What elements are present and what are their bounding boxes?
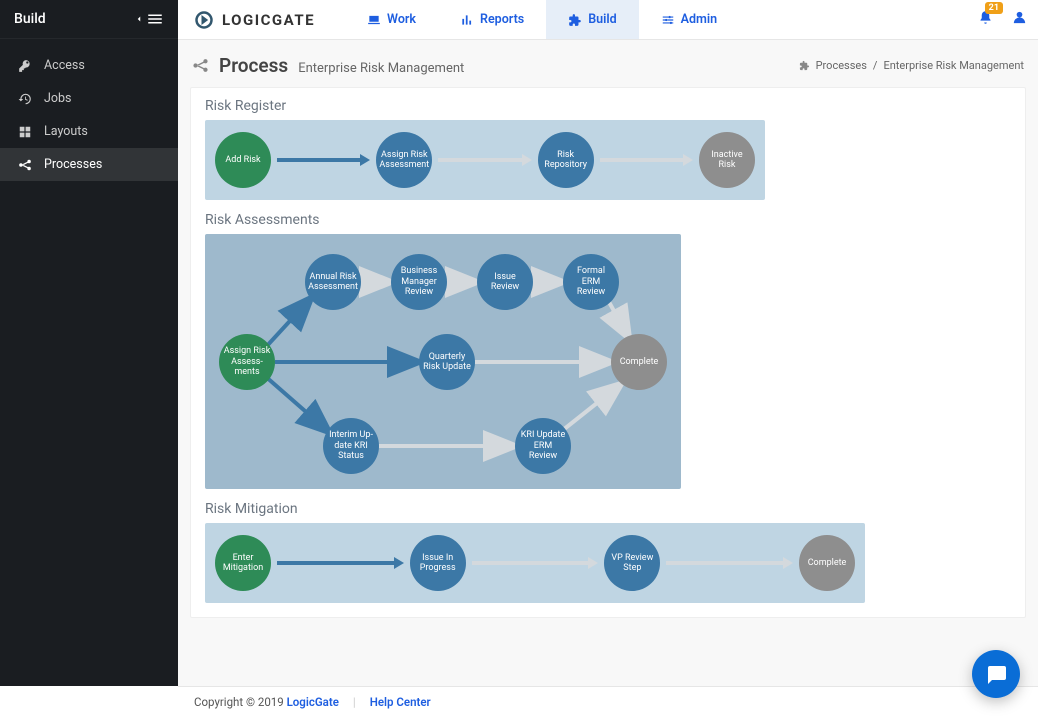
- cluster-icon: [18, 158, 32, 172]
- arrow-icon: [600, 155, 693, 165]
- workflow-node[interactable]: Formal ERM Review: [563, 254, 619, 310]
- sidebar-item-layouts[interactable]: Layouts: [0, 115, 178, 148]
- breadcrumb-root[interactable]: Processes: [816, 59, 867, 72]
- topnav-item-admin[interactable]: Admin: [639, 0, 739, 39]
- workflow-node[interactable]: Risk Repository: [538, 132, 594, 188]
- workflow-risk-register: Risk Register Add Risk Assign Risk Asses…: [205, 98, 1011, 200]
- key-icon: [18, 59, 32, 73]
- sidebar-item-processes[interactable]: Processes: [0, 148, 178, 181]
- main-column: LOGICGATE Work Reports Build Admin: [178, 0, 1038, 686]
- puzzle-icon: [568, 13, 582, 27]
- breadcrumb: Processes / Enterprise Risk Management: [799, 59, 1024, 72]
- notification-badge: 21: [985, 2, 1003, 14]
- workflow-node[interactable]: Business Manager Review: [391, 254, 447, 310]
- chat-launcher-button[interactable]: [972, 650, 1020, 698]
- sidebar-header: Build: [0, 0, 178, 39]
- sidebar-item-access[interactable]: Access: [0, 49, 178, 82]
- topnav-item-build[interactable]: Build: [546, 0, 638, 39]
- sidebar-item-label: Processes: [44, 157, 102, 172]
- workflow-label: Risk Assessments: [205, 212, 1011, 228]
- workflow-node[interactable]: Issue Review: [477, 254, 533, 310]
- brand-logo[interactable]: LOGICGATE: [194, 10, 315, 30]
- sliders-icon: [661, 13, 675, 27]
- sidebar-item-label: Access: [44, 58, 85, 73]
- breadcrumb-current: Enterprise Risk Management: [883, 59, 1024, 72]
- workflow-node[interactable]: Enter Mitigation: [215, 535, 271, 591]
- workflow-label: Risk Register: [205, 98, 1011, 114]
- topbar: LOGICGATE Work Reports Build Admin: [178, 0, 1038, 40]
- workflow-node[interactable]: Assign Risk Assessment: [376, 132, 432, 188]
- workflow-node[interactable]: Annual Risk Assessment: [305, 254, 361, 310]
- workflow-node[interactable]: Add Risk: [215, 132, 271, 188]
- workflow-node[interactable]: Complete: [799, 535, 855, 591]
- sidebar-nav: Access Jobs Layouts Processes: [0, 39, 178, 181]
- history-icon: [18, 92, 32, 106]
- workflow-node[interactable]: VP Review Step: [604, 535, 660, 591]
- workflow-risk-mitigation: Risk Mitigation Enter Mitigation Issue I…: [205, 501, 1011, 603]
- puzzle-icon: [799, 60, 810, 71]
- sidebar-item-jobs[interactable]: Jobs: [0, 82, 178, 115]
- workflow-node[interactable]: Inactive Risk: [699, 132, 755, 188]
- topnav-item-reports[interactable]: Reports: [438, 0, 546, 39]
- topnav-label: Work: [387, 12, 416, 27]
- chart-icon: [460, 13, 474, 27]
- arrow-icon: [277, 558, 404, 568]
- workflow-node[interactable]: Interim Up-date KRI Status: [323, 418, 379, 474]
- arrow-icon: [277, 155, 370, 165]
- page-subtitle: Enterprise Risk Management: [298, 61, 464, 76]
- arrow-icon: [666, 558, 793, 568]
- page-header: Process Enterprise Risk Management Proce…: [190, 54, 1026, 77]
- workflow-node[interactable]: KRI Update ERM Review: [515, 418, 571, 474]
- page-title: Process: [219, 54, 288, 77]
- topnav-label: Reports: [480, 12, 524, 27]
- laptop-icon: [367, 13, 381, 27]
- workflow-node[interactable]: Assign Risk Assess-ments: [219, 334, 275, 390]
- hamburger-icon: [146, 10, 164, 28]
- footer-copyright: Copyright © 2019: [194, 695, 287, 709]
- footer-help-link[interactable]: Help Center: [370, 695, 431, 709]
- footer-brand-link[interactable]: LogicGate: [287, 695, 339, 709]
- user-menu-button[interactable]: [1011, 9, 1028, 30]
- grid-icon: [18, 125, 32, 139]
- sidebar-title: Build: [14, 11, 46, 27]
- notifications-button[interactable]: 21: [978, 10, 993, 29]
- arrow-icon: [438, 155, 531, 165]
- workflow-node[interactable]: Issue In Progress: [410, 535, 466, 591]
- user-icon: [1011, 9, 1028, 26]
- sidebar: Build Access Jobs Layouts Processes: [0, 0, 178, 686]
- workflow-node[interactable]: Quarterly Risk Update: [419, 334, 475, 390]
- topnav: Work Reports Build Admin: [345, 0, 739, 39]
- sidebar-item-label: Jobs: [44, 91, 72, 106]
- topnav-label: Build: [588, 12, 616, 27]
- topnav-label: Admin: [681, 12, 717, 27]
- topnav-item-work[interactable]: Work: [345, 0, 438, 39]
- sidebar-item-label: Layouts: [44, 124, 88, 139]
- workflow-node[interactable]: Complete: [611, 334, 667, 390]
- chat-icon: [984, 662, 1008, 686]
- arrow-icon: [472, 558, 599, 568]
- workflow-label: Risk Mitigation: [205, 501, 1011, 517]
- chevron-left-icon: [134, 14, 144, 24]
- brand-name: LOGICGATE: [222, 11, 315, 29]
- cluster-icon: [192, 57, 209, 74]
- footer: Copyright © 2019 LogicGate | Help Center: [178, 686, 1038, 716]
- sidebar-collapse-button[interactable]: [134, 10, 164, 28]
- logicgate-mark-icon: [194, 10, 214, 30]
- workflows-card: Risk Register Add Risk Assign Risk Asses…: [190, 87, 1026, 618]
- content-area: Process Enterprise Risk Management Proce…: [178, 40, 1038, 686]
- workflow-risk-assessments: Risk Assessments: [205, 212, 1011, 489]
